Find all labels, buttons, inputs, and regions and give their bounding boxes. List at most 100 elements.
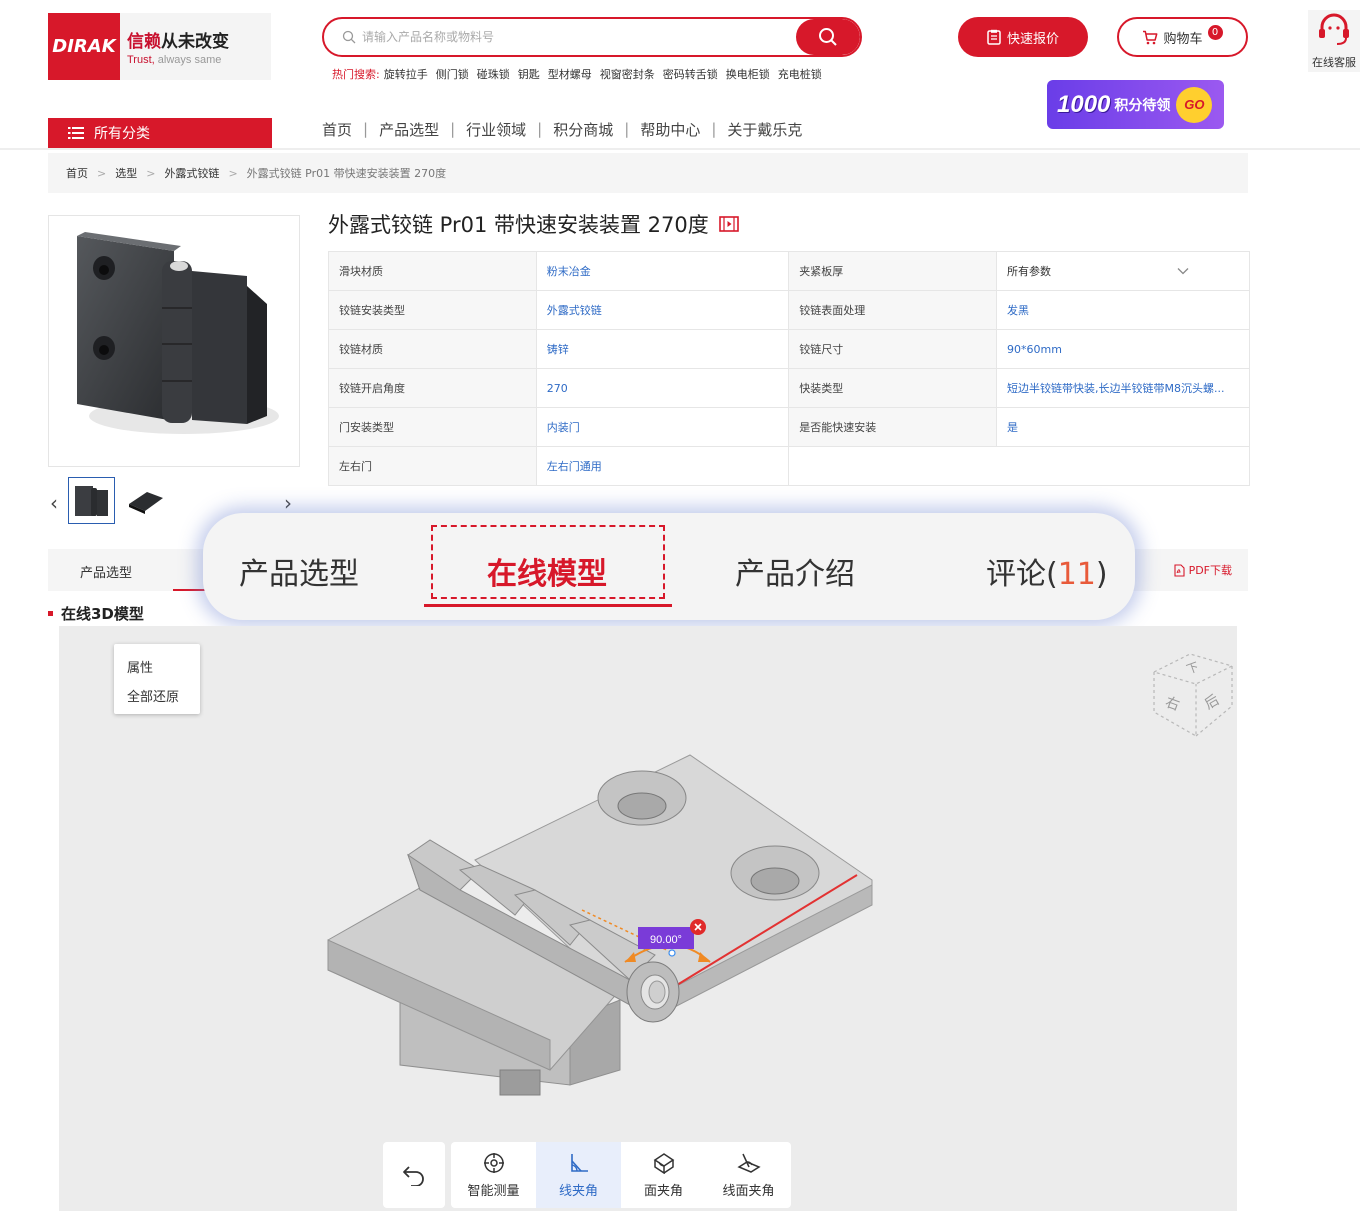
nav-item-points-mall[interactable]: 积分商城 [553,119,613,140]
online-service[interactable]: 在线客服 [1308,10,1360,72]
brand-tagline: Trust, always same [127,54,222,66]
video-icon[interactable] [718,216,739,232]
nav-item-product-selection[interactable]: 产品选型 [379,119,439,140]
breadcrumb-selection[interactable]: 选型 [115,165,137,181]
hot-term[interactable]: 碰珠锁 [477,66,510,82]
hot-term[interactable]: 密码转舌锁 [663,66,718,82]
list-icon [68,127,84,139]
spec-key: 铰链尺寸 [788,329,998,369]
active-tab-underline-large [424,604,672,607]
spec-value[interactable]: 短边半铰链带快装,长边半铰链带M8沉头螺... [996,368,1250,408]
thumb-next-icon[interactable]: › [284,491,292,515]
crosshair-icon [483,1152,504,1173]
hot-term[interactable]: 钥匙 [518,66,540,82]
hot-term[interactable]: 旋转拉手 [384,66,428,82]
nav-item-home[interactable]: 首页 [322,119,352,140]
tab-product-selection-large[interactable]: 产品选型 [239,549,359,593]
viewcube-face-right[interactable]: 右 [1163,694,1182,714]
search-input[interactable] [362,30,742,44]
spec-value[interactable]: 发黑 [996,290,1250,330]
tool-label: 智能测量 [467,1183,520,1199]
spec-value[interactable]: 270 [535,368,790,408]
spec-key: 门安装类型 [328,407,537,447]
tool-smart-measure[interactable]: 智能测量 [451,1142,536,1208]
spec-key: 夹紧板厚 [788,251,998,291]
all-categories-button[interactable]: 所有分类 [48,118,272,148]
table-row: 铰链开启角度 270 快装类型 短边半铰链带快装,长边半铰链带M8沉头螺... [328,368,1250,408]
product-main-image[interactable] [48,215,300,467]
chevron-down-icon [1177,268,1189,275]
measurement-toolbar: 智能测量 线夹角 面夹角 线面夹角 [451,1142,791,1208]
undo-icon [403,1166,424,1186]
hot-term[interactable]: 侧门锁 [436,66,469,82]
thickness-dropdown[interactable]: 所有参数 [996,251,1250,291]
spec-value[interactable]: 铸锌 [535,329,790,369]
tab-product-intro[interactable]: 产品介绍 [735,549,855,593]
product-title: 外露式铰链 Pr01 带快速安装装置 270度 [328,213,709,237]
viewcube-face-back[interactable]: 后 [1202,692,1222,713]
tab-reviews-suffix: ) [1095,557,1108,592]
search-button[interactable] [796,19,860,55]
tool-face-angle[interactable]: 面夹角 [621,1142,706,1208]
promo-text: 积分待领 [1114,97,1171,114]
nav-item-about[interactable]: 关于戴乐克 [727,119,802,140]
breadcrumb-current: 外露式铰链 Pr01 带快速安装装置 270度 [246,167,447,180]
tab-online-model[interactable]: 在线模型 [487,549,607,593]
spec-value[interactable]: 外露式铰链 [535,290,790,330]
view-cube[interactable]: 下 右 后 [1150,650,1236,740]
pdf-download-link[interactable]: PDF下载 [1173,562,1232,578]
spec-key: 快装类型 [788,368,998,408]
section-title: 在线3D模型 [61,605,144,623]
table-row: 铰链材质 铸锌 铰链尺寸 90*60mm [328,329,1250,369]
spec-key: 铰链表面处理 [788,290,998,330]
spec-value[interactable]: 左右门通用 [535,446,790,486]
tool-line-face-angle[interactable]: 线面夹角 [706,1142,791,1208]
spec-key: 滑块材质 [328,251,537,291]
site-logo[interactable]: DIRAK 信赖从未改变 Trust, always same [48,13,271,80]
search-icon [819,28,837,46]
nav-item-industries[interactable]: 行业领域 [466,119,526,140]
face-angle-icon [653,1152,674,1174]
spec-value[interactable]: 90*60mm [996,329,1250,369]
dropdown-value: 所有参数 [1007,265,1052,278]
viewcube-face-bottom[interactable]: 下 [1185,660,1201,677]
cart-button[interactable]: 购物车 0 [1117,17,1248,57]
nav-item-help[interactable]: 帮助中心 [640,119,700,140]
header-divider [0,148,1360,150]
tab-reviews-label: 评论( [986,557,1058,592]
points-promo-banner[interactable]: 1000 积分待领 GO [1047,80,1224,129]
hot-searches: 热门搜索: 旋转拉手 侧门锁 碰珠锁 钥匙 型材螺母 视窗密封条 密码转舌锁 换… [332,66,822,82]
hot-term[interactable]: 视窗密封条 [600,66,655,82]
menu-item-reset-all[interactable]: 全部还原 [127,683,200,712]
promo-number: 1000 [1057,90,1111,118]
hot-term[interactable]: 型材螺母 [548,66,592,82]
undo-button[interactable] [383,1142,445,1208]
spec-value[interactable]: 内装门 [535,407,790,447]
nav-separator: | [711,120,717,138]
breadcrumb-separator: > [228,166,238,180]
breadcrumb-category[interactable]: 外露式铰链 [164,165,219,181]
thumb-prev-icon[interactable]: ‹ [50,491,58,515]
thumbnail-2[interactable] [122,477,169,524]
hinge-3d-model[interactable]: 90.00° [320,740,880,1110]
thumbnail-1[interactable] [68,477,115,524]
spec-value[interactable]: 粉末冶金 [535,251,790,291]
quick-quote-button[interactable]: 快速报价 [958,17,1088,57]
tool-line-angle[interactable]: 线夹角 [536,1142,621,1208]
spec-key: 左右门 [328,446,537,486]
table-row: 左右门 左右门通用 [328,446,1250,486]
tool-label: 线面夹角 [722,1183,775,1199]
cart-icon [1143,30,1158,44]
tab-product-selection[interactable]: 产品选型 [80,562,132,581]
spec-key: 铰链材质 [328,329,537,369]
hot-term[interactable]: 换电柜锁 [726,66,770,82]
nav-separator: | [624,120,630,138]
breadcrumb: 首页 > 选型 > 外露式铰链 > 外露式铰链 Pr01 带快速安装装置 270… [48,153,1248,193]
nav-separator: | [363,120,369,138]
menu-item-properties[interactable]: 属性 [127,654,200,683]
spec-value[interactable]: 是 [996,407,1250,447]
tab-reviews[interactable]: 评论(11) [986,549,1108,593]
hot-term[interactable]: 充电桩锁 [778,66,822,82]
tool-label: 面夹角 [643,1183,683,1199]
breadcrumb-home[interactable]: 首页 [66,165,88,181]
